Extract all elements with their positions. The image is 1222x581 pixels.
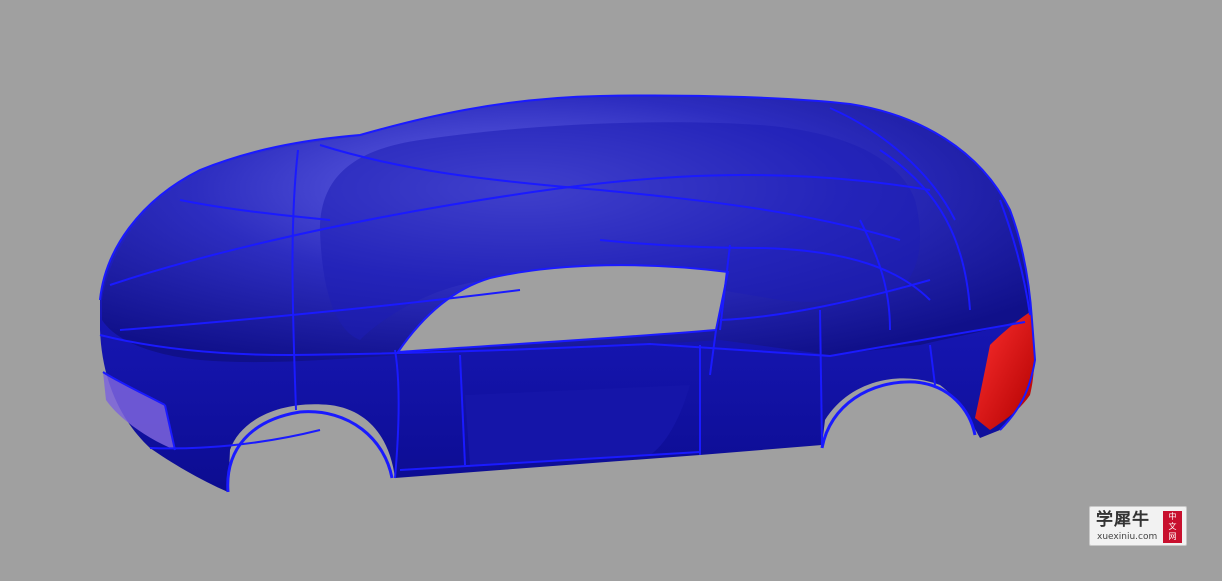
front-wheel-arch [227,411,395,500]
watermark-badge-char: 文 [1168,522,1177,531]
watermark-logo: 学犀牛 xuexiniu.com 中 文 网 [1089,506,1187,546]
car-model-render[interactable] [0,0,1222,581]
watermark-badge-char: 网 [1168,532,1177,541]
watermark-badge: 中 文 网 [1163,511,1182,543]
watermark-title: 学犀牛 [1096,510,1150,530]
watermark-url: xuexiniu.com [1097,532,1158,542]
3d-viewport[interactable] [0,0,1222,581]
watermark-badge-char: 中 [1168,512,1177,521]
